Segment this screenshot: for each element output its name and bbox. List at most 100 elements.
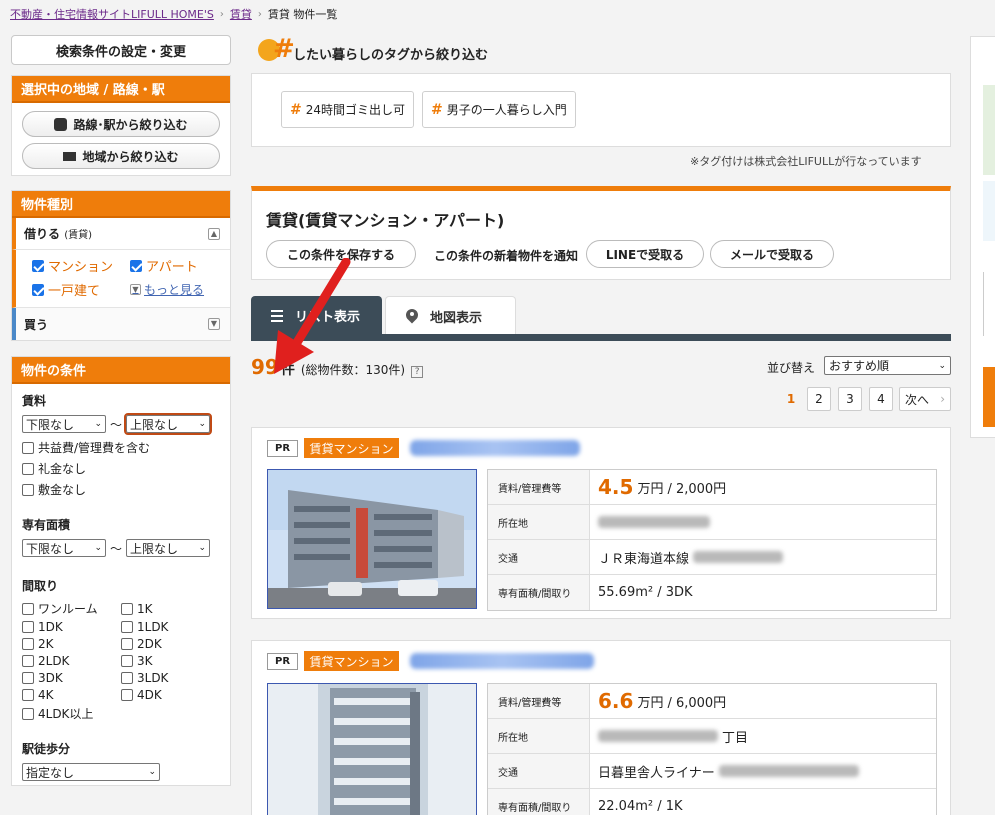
checkbox[interactable] xyxy=(22,441,34,454)
area-panel: 選択中の地域 / 路線・駅 路線･駅から絞り込む 地域から絞り込む xyxy=(11,75,231,176)
expand-icon[interactable]: ▼ xyxy=(208,318,220,330)
breadcrumb-rent-link[interactable]: 賃貸 xyxy=(230,6,252,22)
checkbox[interactable] xyxy=(121,689,133,701)
checkbox[interactable] xyxy=(22,707,34,720)
layout-option[interactable]: 2LDK xyxy=(22,654,121,668)
check-label: 共益費/管理費を含む xyxy=(38,441,151,455)
breadcrumb-site-link[interactable]: 不動産・住宅情報サイトLIFULL HOME'S xyxy=(10,6,214,22)
area-filter-button[interactable]: 地域から絞り込む xyxy=(22,143,220,169)
kind-buy-row[interactable]: 買う ▼ xyxy=(12,308,230,340)
checkbox[interactable] xyxy=(130,259,142,272)
info-value: 4.5 万円 / 2,000円 xyxy=(590,470,936,504)
layout-option[interactable]: 4DK xyxy=(121,688,220,702)
map-area-icon xyxy=(63,151,77,161)
ad-banner[interactable] xyxy=(983,272,995,336)
layout-option[interactable]: 3LDK xyxy=(121,671,220,685)
listing-title-link[interactable] xyxy=(410,653,594,669)
area-max-select[interactable]: 上限なし ⌄ xyxy=(126,539,211,557)
more-kinds-link[interactable]: ▼ もっと見る xyxy=(130,280,230,299)
rent-check-no-key-money[interactable]: 礼金なし xyxy=(22,460,220,477)
route-filter-button[interactable]: 路線･駅から絞り込む xyxy=(22,111,220,137)
checkbox[interactable] xyxy=(22,483,34,496)
rent-check-include-fee[interactable]: 共益費/管理費を含む xyxy=(22,439,220,456)
layout-option[interactable]: 3DK xyxy=(22,671,121,685)
layout-option[interactable]: ワンルーム xyxy=(22,600,121,617)
rent-amount: 4.5 xyxy=(598,475,634,499)
tab-list-view[interactable]: リスト表示 xyxy=(251,296,382,335)
pager-page[interactable]: 4 xyxy=(869,387,893,411)
checkbox[interactable] xyxy=(22,689,34,701)
kind-option-label: 一戸建て xyxy=(48,284,101,299)
pager-page[interactable]: 2 xyxy=(807,387,831,411)
checkbox[interactable] xyxy=(22,602,34,615)
layout-option[interactable]: 2K xyxy=(22,637,121,651)
kind-rent-row[interactable]: 借りる (賃貸) ▲ xyxy=(12,218,230,250)
layout-option[interactable]: 1K xyxy=(121,600,220,617)
property-photo[interactable] xyxy=(267,469,477,609)
search-condition-card: 賃貸(賃貸マンション・アパート) この条件を保存する この条件の新着物件を通知 … xyxy=(251,186,951,280)
listing-card[interactable]: PR 賃貸マンション 賃料/管理費等 4.5 万円 / 2,000円 所在地 交… xyxy=(251,427,951,619)
layout-option[interactable]: 4LDK以上 xyxy=(22,705,121,722)
listing-card[interactable]: PR 賃貸マンション 賃料/管理費等 6.6 万円 / 6,000円 所在地 丁… xyxy=(251,640,951,815)
kind-option-mansion[interactable]: マンション xyxy=(32,256,130,275)
layout-option[interactable]: 3K xyxy=(121,654,220,668)
checkbox[interactable] xyxy=(22,672,34,684)
checkbox[interactable] xyxy=(121,672,133,684)
layout-option[interactable]: 1LDK xyxy=(121,620,220,634)
layout-option[interactable]: 2DK xyxy=(121,637,220,651)
area-panel-title: 選択中の地域 / 路線・駅 xyxy=(12,76,230,103)
ad-banner[interactable] xyxy=(983,85,995,175)
rent-max-select[interactable]: 上限なし ⌄ xyxy=(124,413,213,435)
kind-buy-label: 買う xyxy=(24,317,49,332)
checkbox[interactable] xyxy=(121,621,133,633)
rent-min-select[interactable]: 下限なし ⌄ xyxy=(22,415,106,433)
mail-notify-button[interactable]: メールで受取る xyxy=(710,240,834,268)
save-condition-button[interactable]: この条件を保存する xyxy=(266,240,416,268)
pager-next-button[interactable]: 次へ › xyxy=(899,387,951,411)
layout-option[interactable]: 1DK xyxy=(22,620,121,634)
layout-option[interactable]: 4K xyxy=(22,688,121,702)
checkbox[interactable] xyxy=(22,462,34,475)
area-min-select[interactable]: 下限なし ⌄ xyxy=(22,539,106,557)
tag-chip[interactable]: # 男子の一人暮らし入門 xyxy=(422,91,576,128)
pager-page[interactable]: 3 xyxy=(838,387,862,411)
result-total: (総物件数：130件) xyxy=(300,363,406,377)
kind-option-house[interactable]: 一戸建て xyxy=(32,280,130,299)
ad-banner[interactable] xyxy=(983,367,995,427)
rent-check-no-deposit[interactable]: 敷金なし xyxy=(22,481,220,498)
collapse-icon[interactable]: ▲ xyxy=(208,227,220,240)
walk-select[interactable]: 指定なし ⌄ xyxy=(22,763,160,781)
result-count-unit: 件 xyxy=(280,362,295,378)
tab-underline xyxy=(251,334,951,341)
search-settings-button[interactable]: 検索条件の設定・変更 xyxy=(11,35,231,65)
line-notify-button[interactable]: LINEで受取る xyxy=(586,240,704,268)
help-icon[interactable]: ? xyxy=(411,366,424,378)
info-key: 賃料/管理費等 xyxy=(488,684,590,718)
sort-select[interactable]: おすすめ順 ⌄ xyxy=(824,356,951,375)
checkbox[interactable] xyxy=(121,655,133,667)
checkbox[interactable] xyxy=(32,259,44,272)
checkbox[interactable] xyxy=(22,621,34,633)
property-photo[interactable] xyxy=(267,683,477,815)
layout-option-label: 1LDK xyxy=(137,620,169,634)
property-type-badge: 賃貸マンション xyxy=(304,651,399,671)
tab-map-view[interactable]: 地図表示 xyxy=(385,296,516,335)
layout-option-label: 2LDK xyxy=(38,654,70,668)
checkbox[interactable] xyxy=(32,283,44,296)
pager: 4 xyxy=(869,387,893,411)
checkbox[interactable] xyxy=(22,638,34,650)
ad-banner[interactable] xyxy=(983,181,995,241)
listing-title-link[interactable] xyxy=(410,440,580,456)
kind-option-apartment[interactable]: アパート xyxy=(130,256,230,275)
tag-chip[interactable]: # 24時間ゴミ出し可 xyxy=(281,91,415,128)
info-key: 専有面積/間取り xyxy=(488,575,590,610)
rent-amount: 6.6 xyxy=(598,689,634,713)
checkbox[interactable] xyxy=(22,655,34,667)
checkbox[interactable] xyxy=(121,638,133,650)
pr-badge: PR xyxy=(267,440,298,457)
tag-heading-text: したい暮らしのタグから絞り込む xyxy=(293,47,489,63)
breadcrumb: 不動産・住宅情報サイトLIFULL HOME'S › 賃貸 › 賃貸 物件一覧 xyxy=(10,6,337,22)
result-count-number: 99 xyxy=(251,355,279,379)
rent-fee: / 2,000円 xyxy=(667,481,727,497)
checkbox[interactable] xyxy=(121,602,133,615)
